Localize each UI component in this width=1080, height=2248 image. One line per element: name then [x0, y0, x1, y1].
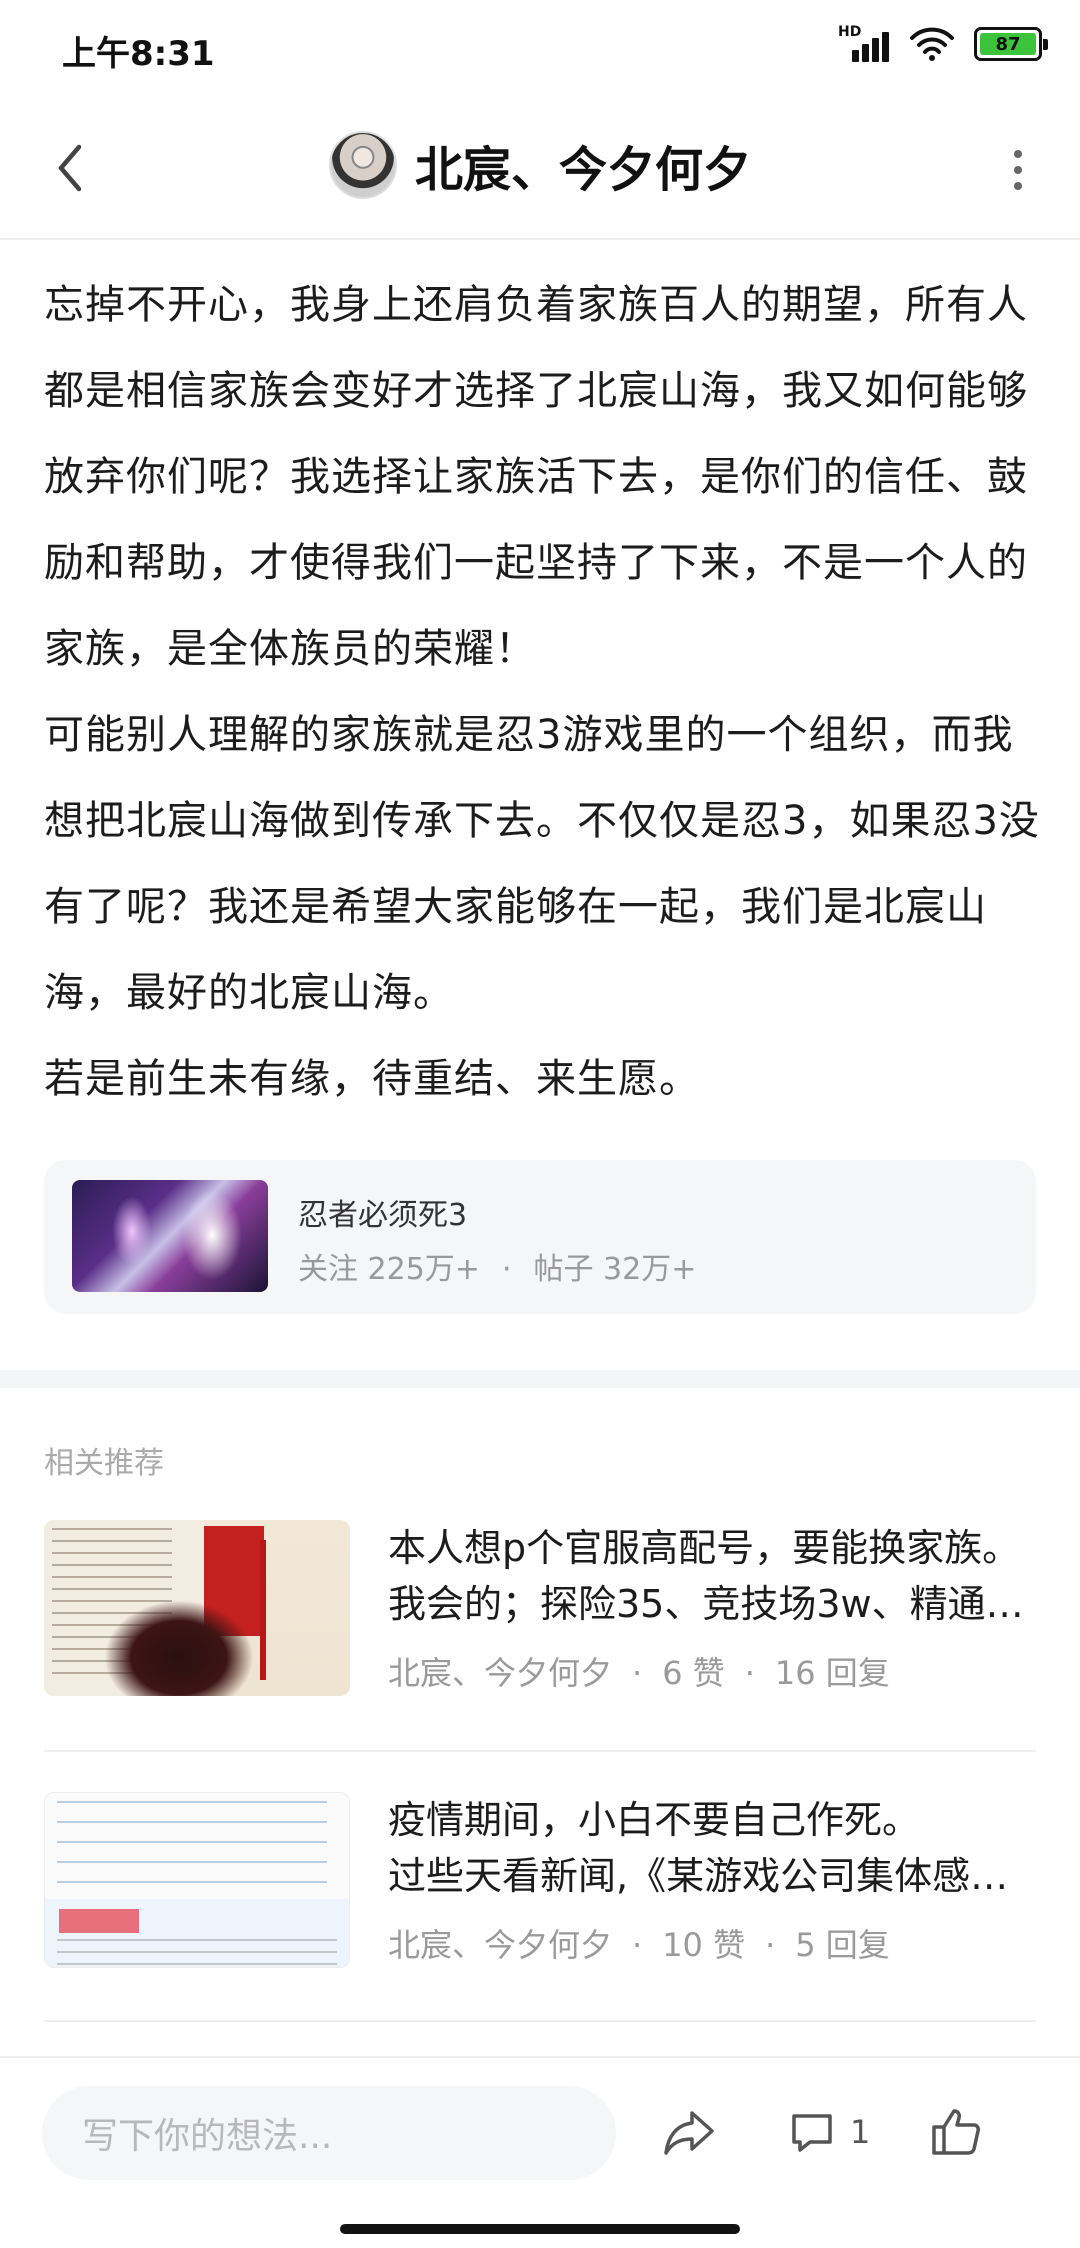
thumbs-up-icon: [932, 2109, 980, 2155]
status-time: 上午8:31: [62, 34, 215, 74]
list-divider: [44, 1750, 1036, 1752]
comment-count: 1: [850, 2113, 871, 2151]
more-button[interactable]: [996, 140, 1040, 200]
home-indicator[interactable]: [340, 2224, 740, 2234]
title-group[interactable]: 北宸、今夕何夕: [0, 130, 1080, 200]
share-icon: [664, 2111, 714, 2155]
more-vertical-icon: [1014, 150, 1022, 158]
like-button[interactable]: [930, 2100, 982, 2164]
post-excerpt: 过些天看新闻,《某游戏公司集体感…: [388, 1854, 1009, 1898]
section-divider: [0, 1370, 1080, 1388]
post-thumbnail: [44, 1520, 350, 1696]
wifi-icon: [910, 27, 954, 61]
forum-followers: 关注 225万+: [298, 1252, 480, 1287]
forum-name: 忍者必须死3: [298, 1198, 468, 1233]
post-author: 北宸、今夕何夕: [388, 1926, 613, 1964]
post-excerpt: 我会的；探险35、竞技场3w、精通…: [388, 1582, 1024, 1626]
list-item[interactable]: 本人想p个官服高配号，要能换家族。 我会的；探险35、竞技场3w、精通… 北宸、…: [44, 1520, 1036, 1700]
post-title: 疫情期间，小白不要自己作死。: [388, 1798, 921, 1842]
post-meta: 北宸、今夕何夕 · 10 赞 · 5 回复: [388, 1926, 890, 1964]
article-paragraph: 忘掉不开心，我身上还肩负着家族百人的期望，所有人都是相信家族会变好才选择了北宸山…: [44, 282, 1028, 672]
comment-input[interactable]: 写下你的想法...: [42, 2086, 616, 2180]
post-meta: 北宸、今夕何夕 · 6 赞 · 16 回复: [388, 1654, 890, 1692]
post-thumbnail: [44, 1792, 350, 1968]
forum-stats: 关注 225万+ · 帖子 32万+: [298, 1252, 697, 1287]
avatar[interactable]: [328, 131, 397, 199]
comment-icon: [792, 2114, 832, 2152]
list-divider: [44, 2020, 1036, 2022]
article-body: 忘掉不开心，我身上还肩负着家族百人的期望，所有人都是相信家族会变好才选择了北宸山…: [44, 262, 1040, 1122]
status-icons: HD 87: [838, 24, 1048, 64]
status-bar: 上午8:31 HD 87: [0, 0, 1080, 96]
post-author: 北宸、今夕何夕: [388, 1654, 613, 1692]
comment-button[interactable]: 1: [788, 2100, 870, 2164]
article-paragraph: 可能别人理解的家族就是忍3游戏里的一个组织，而我想把北宸山海做到传承下去。不仅仅…: [44, 712, 1040, 1016]
post-title: 本人想p个官服高配号，要能换家族。: [388, 1526, 1021, 1570]
battery-icon: 87: [974, 27, 1048, 61]
post-likes: 6 赞: [662, 1654, 725, 1692]
bottom-action-bar: 写下你的想法... 1: [0, 2056, 1080, 2206]
post-likes: 10 赞: [662, 1926, 746, 1964]
share-button[interactable]: [662, 2100, 716, 2164]
title-bar: 北宸、今夕何夕: [0, 100, 1080, 240]
page-title: 北宸、今夕何夕: [414, 142, 751, 198]
article-paragraph: 若是前生未有缘，待重结、来生愿。: [44, 1056, 700, 1102]
signal-icon: HD: [838, 24, 890, 64]
post-text: 疫情期间，小白不要自己作死。 过些天看新闻,《某游戏公司集体感… 北宸、今夕何夕…: [388, 1792, 1036, 1966]
list-item[interactable]: 疫情期间，小白不要自己作死。 过些天看新闻,《某游戏公司集体感… 北宸、今夕何夕…: [44, 1792, 1036, 1972]
post-text: 本人想p个官服高配号，要能换家族。 我会的；探险35、竞技场3w、精通… 北宸、…: [388, 1520, 1036, 1694]
related-section-title: 相关推荐: [44, 1446, 164, 1481]
post-replies: 5 回复: [795, 1926, 890, 1964]
post-replies: 16 回复: [774, 1654, 890, 1692]
battery-level: 87: [980, 33, 1036, 55]
forum-card[interactable]: 忍者必须死3 关注 225万+ · 帖子 32万+: [44, 1160, 1036, 1314]
network-type-label: HD: [838, 24, 862, 40]
forum-thumbnail: [72, 1180, 268, 1292]
forum-posts: 帖子 32万+: [533, 1252, 697, 1287]
